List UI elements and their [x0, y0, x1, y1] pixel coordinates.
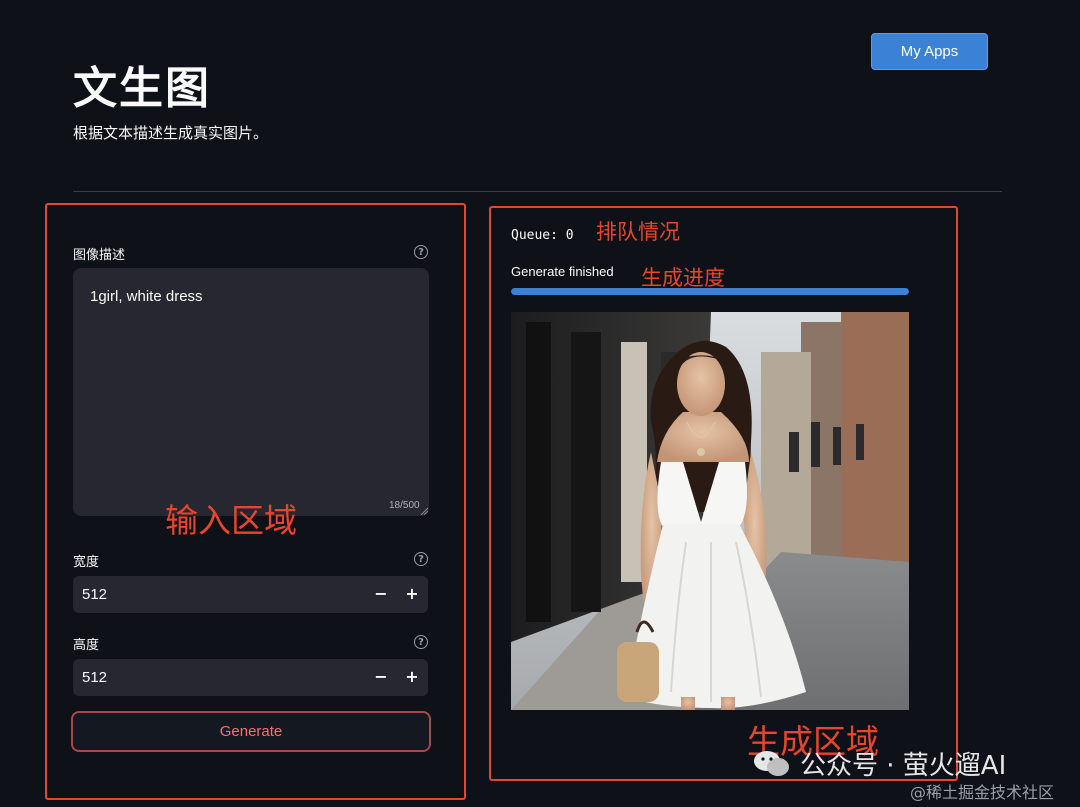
resize-grip-icon[interactable]: [420, 507, 428, 515]
generated-image: [511, 312, 909, 710]
height-input[interactable]: 512 − +: [73, 659, 428, 696]
watermark-site: @稀土掘金技术社区: [910, 783, 1055, 802]
char-counter: 18/500: [389, 500, 420, 511]
header-divider: [73, 191, 1002, 192]
progress-status: Generate finished: [511, 264, 614, 279]
generate-button[interactable]: Generate: [71, 711, 431, 752]
height-help-icon[interactable]: ?: [414, 635, 428, 649]
page-subtitle: 根据文本描述生成真实图片。: [73, 124, 269, 142]
width-help-icon[interactable]: ?: [414, 552, 428, 566]
height-increment-button[interactable]: +: [402, 667, 422, 686]
prompt-help-icon[interactable]: ?: [414, 245, 428, 259]
height-decrement-button[interactable]: −: [371, 667, 391, 686]
progress-bar-fill: [511, 288, 909, 295]
width-increment-button[interactable]: +: [402, 584, 422, 603]
progress-bar: [511, 288, 909, 295]
width-value[interactable]: 512: [82, 586, 107, 603]
queue-status: Queue: 0: [511, 228, 574, 243]
width-decrement-button[interactable]: −: [371, 584, 391, 603]
queue-annotation: 排队情况: [596, 220, 680, 244]
width-label: 宽度: [73, 555, 100, 570]
height-label: 高度: [73, 638, 100, 653]
width-input[interactable]: 512 − +: [73, 576, 428, 613]
input-area-annotation: 输入区域: [165, 501, 297, 540]
prompt-label: 图像描述: [73, 248, 126, 263]
my-apps-button[interactable]: My Apps: [871, 33, 988, 70]
prompt-textarea[interactable]: 1girl, white dress: [73, 268, 429, 516]
watermark-account: 公众号 · 萤火遛AI: [800, 751, 1007, 781]
height-value[interactable]: 512: [82, 669, 107, 686]
wechat-icon: [752, 748, 792, 778]
page-title: 文生图: [73, 63, 211, 114]
